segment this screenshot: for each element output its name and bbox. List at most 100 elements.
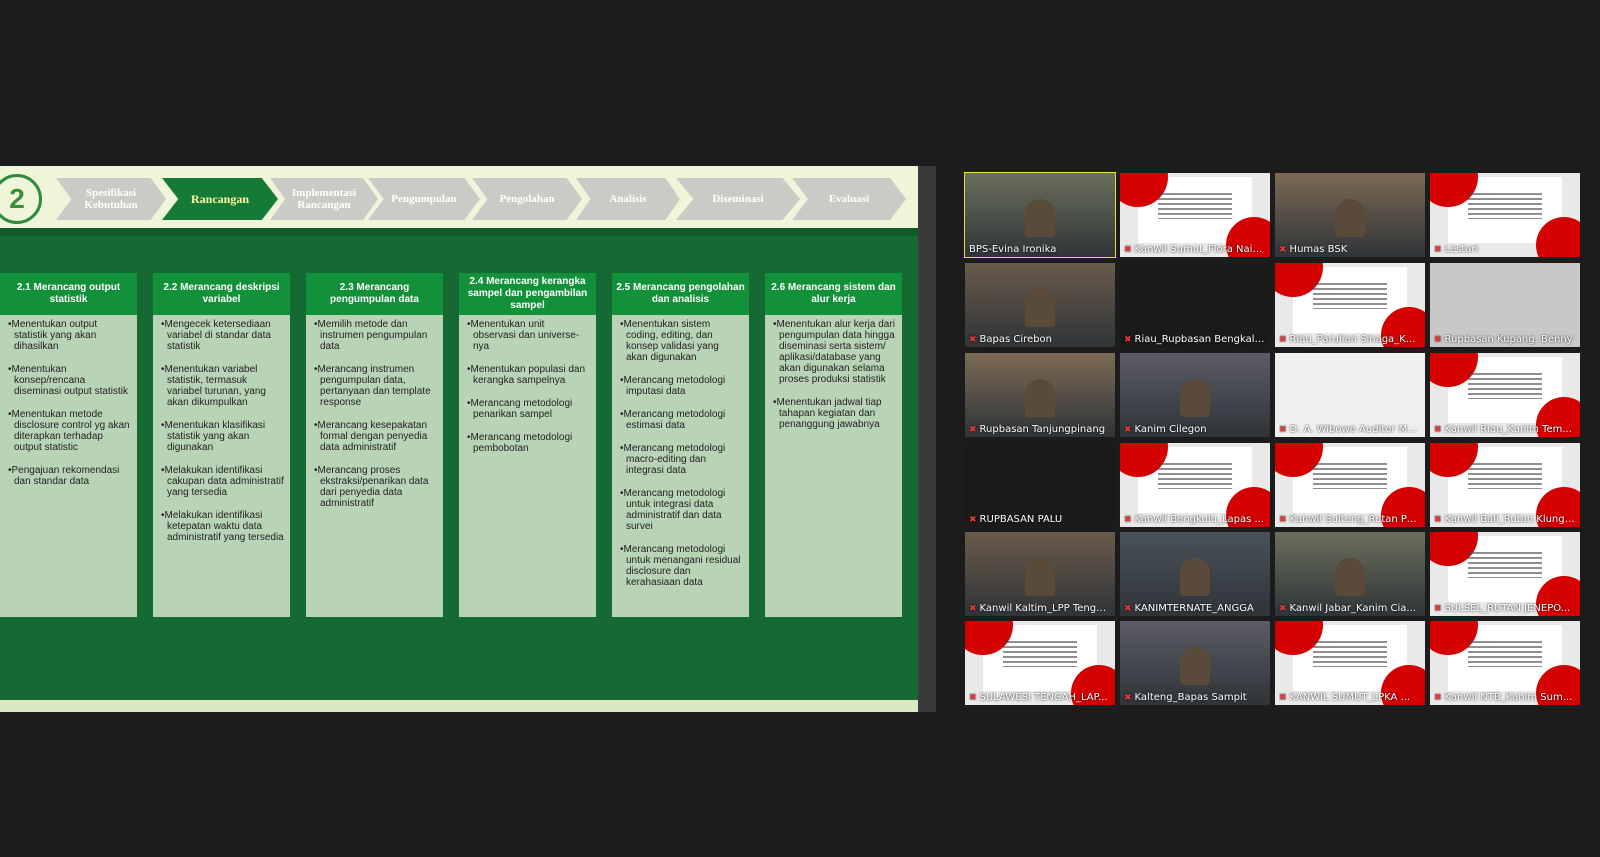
participant-name: ✖ Kanwil Riau_Kanim Tem... bbox=[1434, 424, 1572, 435]
participant-tile[interactable]: ✖ Kanwil Riau_Kanim Tem... bbox=[1430, 353, 1580, 437]
participant-tile[interactable]: BPS-Evina Ironika bbox=[964, 172, 1116, 258]
participant-name: ✖ Kanim Cilegon bbox=[1124, 424, 1207, 435]
step-card-title: 2.5 Merancang pengolahan dan analisis bbox=[612, 273, 749, 315]
step-card-title: 2.3 Merancang pengumpulan data bbox=[306, 273, 443, 315]
step-card-item: •Memilih metode dan instrumen pengumpula… bbox=[314, 319, 428, 352]
participant-tile[interactable]: ✖ Lestari bbox=[1430, 173, 1580, 257]
step-card-4: 2.4 Merancang kerangka sampel dan pengam… bbox=[459, 273, 596, 617]
mic-muted-icon: ✖ bbox=[1434, 515, 1442, 525]
participant-tile[interactable]: ✖ KANIMTERNATE_ANGGA bbox=[1120, 532, 1270, 616]
step-card-item: •Menentukan sistem coding, editing, dan … bbox=[620, 319, 719, 363]
participant-name: ✖ Lestari bbox=[1434, 244, 1479, 255]
step-chevron-4: Pengumpulan bbox=[368, 178, 480, 220]
step-card-item: •Pengajuan rekomendasi dan standar data bbox=[8, 465, 120, 487]
participant-name: ✖ Kanwil Sumut_Flora Nain... bbox=[1124, 244, 1266, 255]
step-card-item: •Merancang metodologi macro-editing dan … bbox=[620, 443, 726, 476]
participant-name: ✖ Bapas Cirebon bbox=[969, 334, 1053, 345]
step-chevron-label: Analisis bbox=[609, 193, 647, 205]
step-card-item: •Menentukan klasifikasi statistik yang a… bbox=[161, 420, 266, 453]
step-chevron-label: Pengolahan bbox=[499, 193, 555, 205]
step-card-body: •Mengecek ketersediaan variabel di stand… bbox=[153, 315, 290, 543]
mic-muted-icon: ✖ bbox=[1279, 425, 1287, 435]
participant-tile[interactable]: ✖ KANWIL SUMUT_LPKA ... bbox=[1275, 621, 1425, 705]
participant-tile[interactable]: ✖ Kanwil Jabar_Kanim Cia... bbox=[1275, 532, 1425, 616]
participant-name: ✖ D. A. Wibowo Auditor M... bbox=[1279, 424, 1417, 435]
step-chevron-1: Spesifikasi Kebutuhan bbox=[56, 178, 166, 220]
participant-tile[interactable]: ✖ Kalteng_Bapas Sampit bbox=[1120, 621, 1270, 705]
participant-name: ✖ Kanwil NTB_Kanim Sum... bbox=[1434, 692, 1573, 703]
participant-tile[interactable]: ✖ Kanwil Bengkulu_Lapas ... bbox=[1120, 443, 1270, 527]
participant-tile[interactable]: ✖ RUPBASAN PALU bbox=[965, 443, 1115, 527]
mic-muted-icon: ✖ bbox=[1279, 604, 1287, 614]
participant-tile[interactable]: ✖ SULAWESI TENGAH_LAP... bbox=[965, 621, 1115, 705]
participant-tile[interactable]: ✖ Kanim Cilegon bbox=[1120, 353, 1270, 437]
step-chevron-6: Analisis bbox=[576, 178, 680, 220]
participant-name: ✖ SULSEL_RUTAN JENEPO... bbox=[1434, 603, 1571, 614]
step-chevron-7: Diseminasi bbox=[676, 178, 800, 220]
participant-tile[interactable]: ✖ Kanwil NTB_Kanim Sum... bbox=[1430, 621, 1580, 705]
mic-muted-icon: ✖ bbox=[1124, 245, 1132, 255]
step-card-item: •Merancang metodologi pembobotan bbox=[467, 432, 573, 454]
step-card-title: 2.1 Merancang output statistik bbox=[0, 273, 137, 315]
participant-name: ✖ Kanwil Bali_Rutan Klungk... bbox=[1434, 514, 1576, 525]
step-card-item: •Menentukan populasi dan kerangka sampel… bbox=[467, 364, 586, 386]
step-card-1: 2.1 Merancang output statistik •Menentuka… bbox=[0, 273, 137, 617]
mic-muted-icon: ✖ bbox=[1434, 245, 1442, 255]
participant-tile[interactable]: ✖ Bapas Cirebon bbox=[965, 263, 1115, 347]
step-card-item: •Merancang metodologi estimasi data bbox=[620, 409, 726, 431]
mic-muted-icon: ✖ bbox=[969, 693, 977, 703]
mic-muted-icon: ✖ bbox=[1279, 515, 1287, 525]
participant-name: ✖ KANWIL SUMUT_LPKA ... bbox=[1279, 692, 1411, 703]
participant-name: ✖ Kanwil Bengkulu_Lapas ... bbox=[1124, 514, 1265, 525]
step-chevron-5: Pengolahan bbox=[472, 178, 582, 220]
step-chevron-label: Implementasi Rancangan bbox=[291, 187, 357, 211]
step-card-item: •Menentukan konsep/rencana diseminasi ou… bbox=[8, 364, 128, 397]
step-card-item: •Merancang proses ekstraksi/penarikan da… bbox=[314, 465, 429, 509]
step-chevron-label: Pengumpulan bbox=[391, 193, 457, 205]
step-chevron-label: Rancangan bbox=[190, 192, 249, 206]
step-card-body: •Menentukan alur kerja dari pengumpulan … bbox=[765, 315, 902, 430]
step-card-title: 2.6 Merancang sistem dan alur kerja bbox=[765, 273, 902, 315]
participant-tile[interactable]: ✖ Humas BSK bbox=[1275, 173, 1425, 257]
participant-name: ✖ Rupbasan Kupang. Benny bbox=[1434, 334, 1573, 345]
step-card-item: •Menentukan metode disclosure control yg… bbox=[8, 409, 130, 453]
mic-muted-icon: ✖ bbox=[1124, 693, 1132, 703]
participant-name: ✖ RUPBASAN PALU bbox=[969, 514, 1063, 525]
participant-tile[interactable]: ✖ Riau_Rupbasan Bengkali... bbox=[1120, 263, 1270, 347]
participant-name: ✖ Kanwil Sulteng_Rutan Po... bbox=[1279, 514, 1421, 525]
participant-tile[interactable]: ✖ Rupbasan Tanjungpinang bbox=[965, 353, 1115, 437]
participant-tile[interactable]: ✖ D. A. Wibowo Auditor M... bbox=[1275, 353, 1425, 437]
participant-tile[interactable]: ✖ Kanwil Kaltim_LPP Tengg... bbox=[965, 532, 1115, 616]
participant-tile[interactable]: ✖ Kanwil Sumut_Flora Nain... bbox=[1120, 173, 1270, 257]
mic-muted-icon: ✖ bbox=[1279, 335, 1287, 345]
presentation-scrollbar[interactable] bbox=[918, 166, 936, 712]
participant-name: ✖ Kanwil Jabar_Kanim Cia... bbox=[1279, 603, 1416, 614]
mic-muted-icon: ✖ bbox=[1434, 335, 1442, 345]
mic-muted-icon: ✖ bbox=[1279, 693, 1287, 703]
participant-name: BPS-Evina Ironika bbox=[969, 244, 1057, 255]
step-card-item: •Menentukan variabel statistik, termasuk… bbox=[161, 364, 266, 408]
step-card-item: •Menentukan unit observasi dan universe-… bbox=[467, 319, 580, 352]
participant-tile[interactable]: ✖ Kanwil Sulteng_Rutan Po... bbox=[1275, 443, 1425, 527]
step-chevron-label: Diseminasi bbox=[712, 193, 764, 205]
step-card-5: 2.5 Merancang pengolahan dan analisis •Me… bbox=[612, 273, 749, 617]
mic-muted-icon: ✖ bbox=[969, 515, 977, 525]
participant-tile[interactable]: ✖ SULSEL_RUTAN JENEPO... bbox=[1430, 532, 1580, 616]
mic-muted-icon: ✖ bbox=[1434, 425, 1442, 435]
slide-bottom-strip bbox=[0, 700, 918, 712]
participant-tile[interactable]: ✖ Riau_Parulian Sinaga_Ka... bbox=[1275, 263, 1425, 347]
step-card-2: 2.2 Merancang deskripsi variabel •Mengece… bbox=[153, 273, 290, 617]
step-card-3: 2.3 Merancang pengumpulan data •Memilih m… bbox=[306, 273, 443, 617]
step-card-body: •Menentukan unit observasi dan universe-… bbox=[459, 315, 596, 454]
participant-tile[interactable]: ✖ Rupbasan Kupang. Benny bbox=[1430, 263, 1580, 347]
participant-tile[interactable]: ✖ Kanwil Bali_Rutan Klungk... bbox=[1430, 443, 1580, 527]
mic-muted-icon: ✖ bbox=[1124, 335, 1132, 345]
step-card-item: •Menentukan output statistik yang akan d… bbox=[8, 319, 98, 352]
step-card-body: •Memilih metode dan instrumen pengumpula… bbox=[306, 315, 443, 509]
mic-muted-icon: ✖ bbox=[969, 604, 977, 614]
mic-muted-icon: ✖ bbox=[1124, 425, 1132, 435]
participant-name: ✖ Riau_Parulian Sinaga_Ka... bbox=[1279, 334, 1421, 345]
step-card-item: •Menentukan jadwal tiap tahapan kegiatan… bbox=[773, 397, 882, 430]
step-card-item: •Merancang metodologi untuk menangani re… bbox=[620, 544, 741, 588]
participant-name: ✖ KANIMTERNATE_ANGGA bbox=[1124, 603, 1254, 614]
